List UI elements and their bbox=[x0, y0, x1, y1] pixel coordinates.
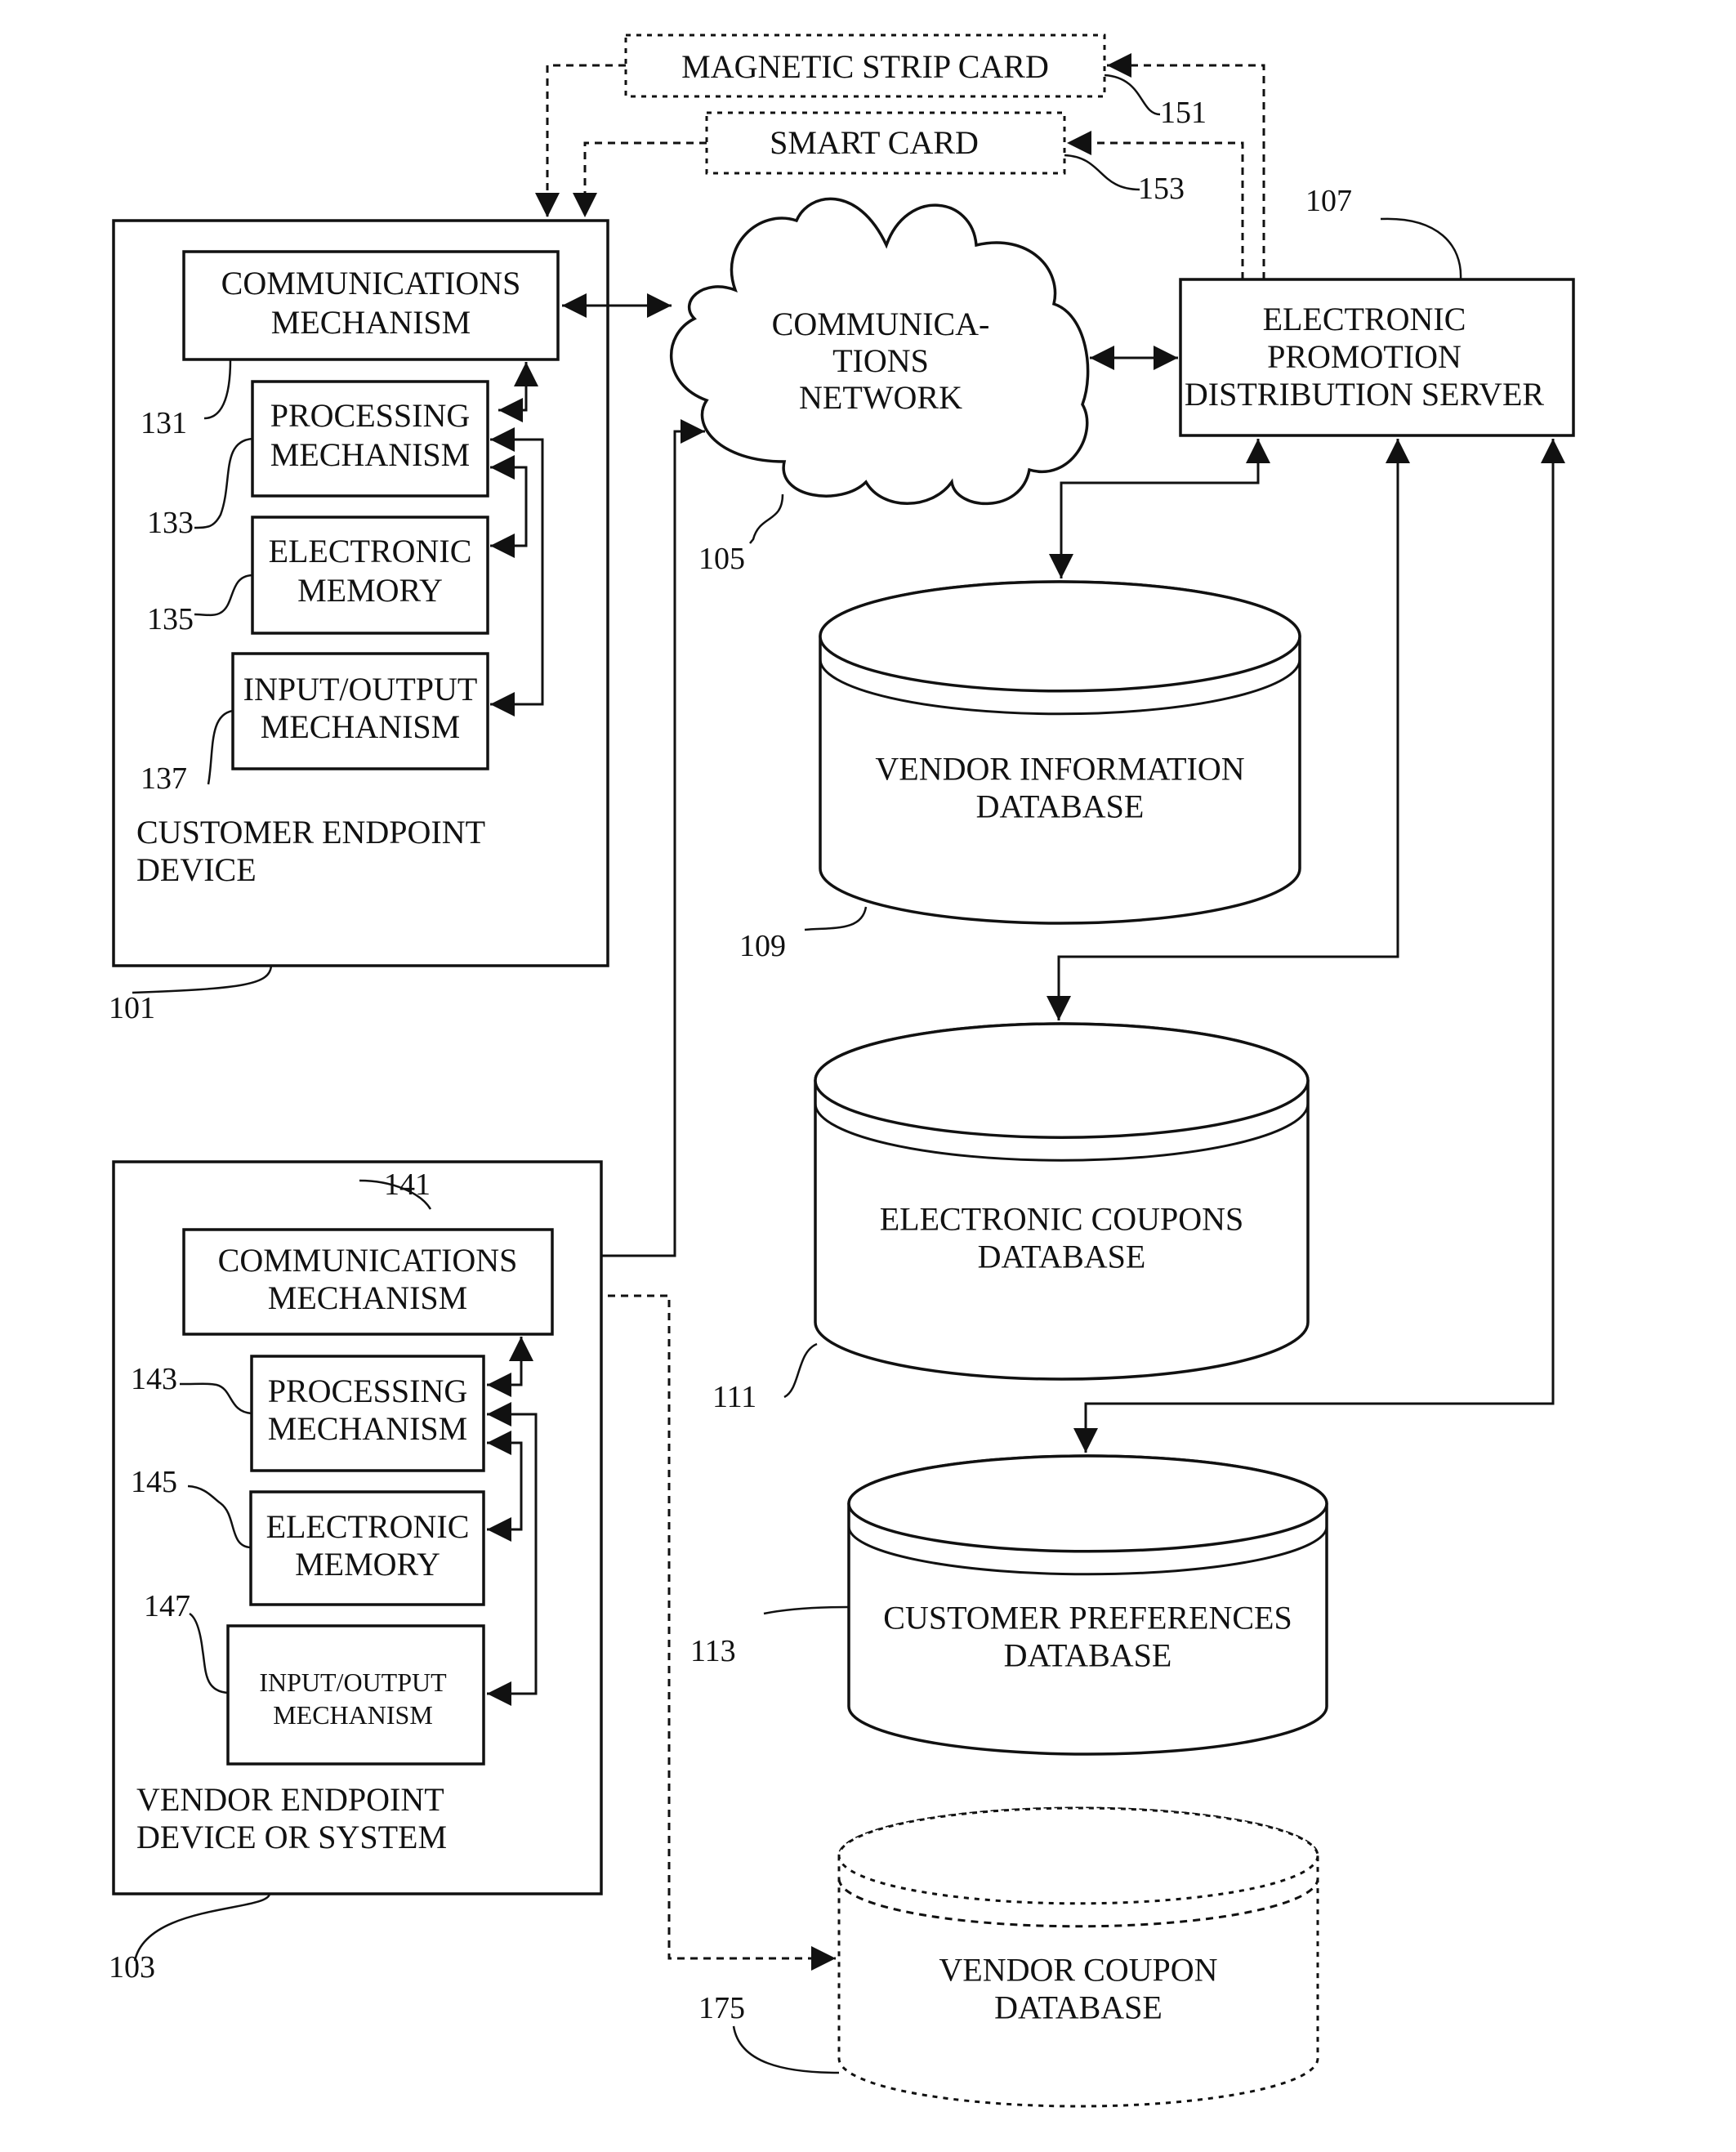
customer-device-label-line1: CUSTOMER ENDPOINT bbox=[136, 814, 485, 851]
system-diagram: MAGNETIC STRIP CARD 151 SMART CARD 153 C… bbox=[109, 33, 1575, 2108]
vendor-endpoint-device: VENDOR ENDPOINT DEVICE OR SYSTEM COMMUNI… bbox=[112, 1160, 603, 1895]
ref-105: 105 bbox=[698, 542, 745, 576]
vendor-information-database-label-line2: DATABASE bbox=[976, 788, 1145, 824]
cylinder-top bbox=[837, 1806, 1319, 1905]
vendor-electronic-memory: ELECTRONIC MEMORY bbox=[249, 1490, 485, 1606]
network-label-line1: COMMUNICA- bbox=[772, 306, 990, 342]
ref-135: 135 bbox=[147, 602, 194, 636]
svg-text:ELECTRONIC: ELECTRONIC bbox=[269, 533, 472, 569]
ref-101: 101 bbox=[109, 991, 155, 1025]
server-label-line2: PROMOTION bbox=[1267, 338, 1462, 375]
svg-text:ELECTRONIC: ELECTRONIC bbox=[266, 1508, 470, 1545]
electronic-coupons-database: ELECTRONIC COUPONSDATABASE bbox=[814, 1022, 1310, 1381]
ref-143: 143 bbox=[131, 1362, 177, 1396]
ref-145: 145 bbox=[131, 1465, 177, 1499]
cylinder-top bbox=[819, 580, 1301, 693]
ref-137: 137 bbox=[141, 761, 187, 796]
ref-151: 151 bbox=[1160, 96, 1207, 130]
customer-processing-mechanism: PROCESSING MECHANISM bbox=[251, 380, 489, 498]
network-label-line3: NETWORK bbox=[799, 379, 962, 416]
svg-text:COMMUNICATIONS: COMMUNICATIONS bbox=[218, 1242, 518, 1279]
svg-text:COMMUNICATIONS: COMMUNICATIONS bbox=[221, 265, 521, 301]
connector-server-smartcard bbox=[1067, 131, 1244, 279]
magnetic-strip-card: MAGNETIC STRIP CARD bbox=[624, 33, 1106, 98]
vendor-device-label-line2: DEVICE OR SYSTEM bbox=[136, 1819, 447, 1855]
ref-147: 147 bbox=[144, 1589, 190, 1623]
svg-text:MECHANISM: MECHANISM bbox=[273, 1700, 433, 1730]
ref-113: 113 bbox=[690, 1634, 736, 1668]
leader-105 bbox=[749, 493, 784, 544]
customer-electronic-memory: ELECTRONIC MEMORY bbox=[251, 516, 489, 635]
vendor-input-output-mechanism: INPUT/OUTPUT MECHANISM bbox=[226, 1624, 485, 1766]
svg-text:MECHANISM: MECHANISM bbox=[268, 1410, 467, 1447]
leader-175 bbox=[732, 2025, 840, 2074]
customer-preferences-database-label-line1: CUSTOMER PREFERENCES bbox=[883, 1600, 1292, 1636]
vendor-coupon-database-label-line1: VENDOR COUPON bbox=[939, 1952, 1217, 1989]
electronic-coupons-database-label-line2: DATABASE bbox=[978, 1238, 1146, 1275]
svg-text:MECHANISM: MECHANISM bbox=[270, 436, 470, 473]
vendor-device-label-line1: VENDOR ENDPOINT bbox=[136, 1781, 444, 1818]
svg-text:INPUT/OUTPUT: INPUT/OUTPUT bbox=[243, 671, 478, 708]
svg-text:MECHANISM: MECHANISM bbox=[271, 304, 471, 341]
ref-153: 153 bbox=[1138, 172, 1185, 206]
customer-preferences-database-label-line2: DATABASE bbox=[1004, 1637, 1172, 1674]
cylinder-top bbox=[847, 1454, 1328, 1553]
customer-communications-mechanism: COMMUNICATIONS MECHANISM bbox=[182, 250, 560, 361]
vendor-coupon-database: VENDOR COUPONDATABASE bbox=[837, 1806, 1319, 2108]
link-server-vendor-info-db bbox=[1049, 439, 1270, 578]
communications-network-cloud: COMMUNICA- TIONS NETWORK bbox=[669, 197, 1090, 505]
vendor-communications-mechanism: COMMUNICATIONS MECHANISM bbox=[182, 1228, 554, 1336]
server-label-line3: DISTRIBUTION SERVER bbox=[1185, 376, 1544, 413]
ref-103: 103 bbox=[109, 1950, 155, 1985]
cylinder-top bbox=[814, 1022, 1310, 1139]
ref-175: 175 bbox=[698, 1991, 745, 2025]
svg-text:MEMORY: MEMORY bbox=[297, 572, 443, 609]
leader-151 bbox=[1104, 74, 1161, 116]
leader-111 bbox=[783, 1342, 818, 1399]
smart-card: SMART CARD bbox=[705, 111, 1066, 175]
vendor-information-database: VENDOR INFORMATIONDATABASE bbox=[819, 580, 1301, 925]
connector-magcard-customer bbox=[535, 64, 626, 217]
leader-101 bbox=[132, 965, 273, 994]
ref-131: 131 bbox=[141, 406, 187, 440]
svg-text:MECHANISM: MECHANISM bbox=[268, 1279, 467, 1316]
ref-111: 111 bbox=[712, 1380, 756, 1414]
customer-endpoint-device: CUSTOMER ENDPOINT DEVICE COMMUNICATIONS … bbox=[112, 219, 609, 967]
customer-preferences-database: CUSTOMER PREFERENCESDATABASE bbox=[847, 1454, 1328, 1756]
svg-text:INPUT/OUTPUT: INPUT/OUTPUT bbox=[259, 1668, 447, 1697]
electronic-promotion-distribution-server: ELECTRONIC PROMOTION DISTRIBUTION SERVER bbox=[1179, 278, 1575, 437]
customer-device-label-line2: DEVICE bbox=[136, 851, 257, 888]
leader-153 bbox=[1064, 154, 1140, 191]
ref-107: 107 bbox=[1305, 184, 1352, 218]
leader-107 bbox=[1380, 217, 1462, 280]
svg-text:MECHANISM: MECHANISM bbox=[261, 708, 460, 745]
ref-133: 133 bbox=[147, 506, 194, 540]
svg-text:MEMORY: MEMORY bbox=[295, 1546, 440, 1583]
ref-109: 109 bbox=[739, 929, 786, 963]
leader-113 bbox=[763, 1605, 850, 1615]
customer-input-output-mechanism: INPUT/OUTPUT MECHANISM bbox=[231, 652, 489, 770]
svg-text:PROCESSING: PROCESSING bbox=[270, 397, 471, 434]
smart-card-label: SMART CARD bbox=[770, 124, 979, 161]
network-label-line2: TIONS bbox=[832, 342, 929, 379]
vendor-coupon-database-label-line2: DATABASE bbox=[994, 1989, 1163, 2026]
electronic-coupons-database-label-line1: ELECTRONIC COUPONS bbox=[880, 1200, 1244, 1237]
ref-141: 141 bbox=[384, 1168, 431, 1202]
svg-text:PROCESSING: PROCESSING bbox=[268, 1373, 468, 1409]
connector-smartcard-customer bbox=[573, 141, 707, 217]
vendor-information-database-label-line1: VENDOR INFORMATION bbox=[875, 750, 1244, 787]
magnetic-strip-card-label: MAGNETIC STRIP CARD bbox=[681, 48, 1049, 85]
leader-109 bbox=[804, 906, 868, 931]
vendor-processing-mechanism: PROCESSING MECHANISM bbox=[250, 1355, 485, 1472]
server-label-line1: ELECTRONIC bbox=[1263, 301, 1466, 337]
